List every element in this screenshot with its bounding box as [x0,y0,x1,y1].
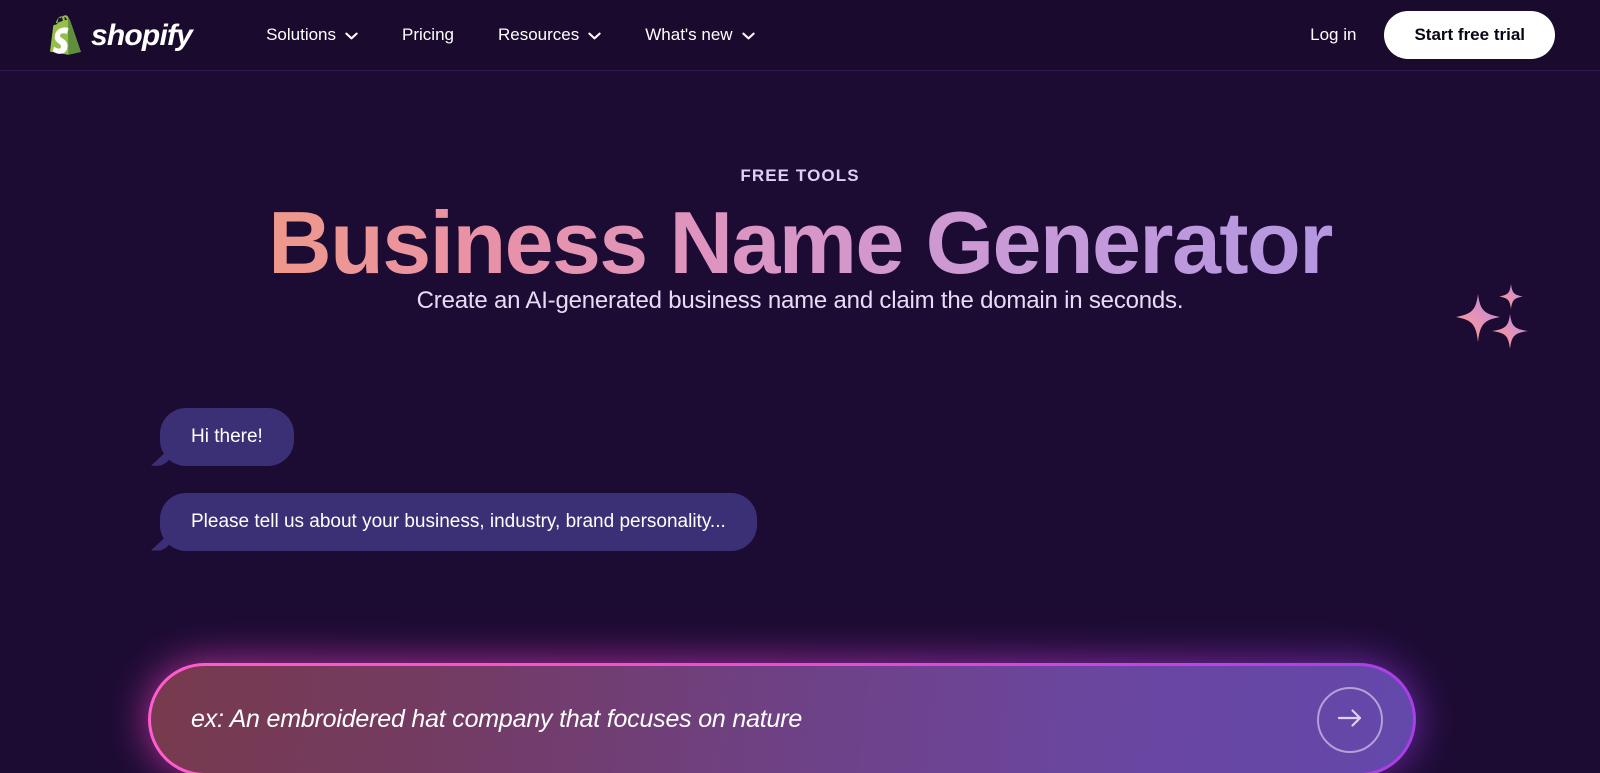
chat-bubble-prompt-request: Please tell us about your business, indu… [160,492,757,551]
shopify-logo[interactable]: shopify [48,15,193,55]
sparkles-icon [1448,276,1534,356]
submit-prompt-button[interactable]: Submit [1317,686,1383,753]
chat-bubble-greeting: Hi there! [160,408,294,466]
hero-subtitle: Create an AI-generated business name and… [416,287,1184,314]
nav-item-solutions[interactable]: Solutions [244,17,380,53]
prompt-bar-border: Submit [148,663,1416,773]
navbar-actions: Log in Start free trial [1306,11,1555,59]
nav-item-resources-label: Resources [497,25,580,44]
business-description-input[interactable] [191,705,1303,734]
chevron-down-icon [345,31,358,40]
chat-message-row: Please tell us about your business, indu… [160,492,1460,551]
chat-message-row: Hi there! [160,408,1460,466]
nav-item-pricing-label: Pricing [402,25,454,44]
nav-item-resources[interactable]: Resources [476,17,623,53]
chat-messages: Hi there! Please tell us about your busi… [160,408,1460,551]
prompt-bar-inner: Submit [151,666,1413,773]
primary-nav-links: Solutions Pricing Resources What's new [244,17,777,53]
eyebrow-label: FREE TOOLS [740,166,860,185]
chevron-down-icon [588,31,601,40]
prompt-bar: Submit [148,663,1416,773]
chat-bubble-text: Hi there! [191,426,263,447]
arrow-right-icon [1334,704,1366,735]
nav-item-solutions-label: Solutions [266,25,337,44]
login-link[interactable]: Log in [1306,19,1360,51]
top-navigation-bar: shopify Solutions Pricing Resources What… [0,0,1600,71]
shopify-bag-icon [48,15,82,55]
chevron-down-icon [741,31,755,40]
shopify-wordmark: shopify [91,19,193,52]
hero-section: FREE TOOLS Business Name Generator Creat… [0,71,1600,773]
start-free-trial-button[interactable]: Start free trial [1384,11,1555,59]
chat-bubble-text: Please tell us about your business, indu… [191,510,726,532]
page-title: Business Name Generator [0,191,1600,295]
nav-item-whats-new-label: What's new [645,25,733,44]
nav-item-whats-new[interactable]: What's new [623,17,776,53]
nav-item-pricing[interactable]: Pricing [380,17,476,53]
